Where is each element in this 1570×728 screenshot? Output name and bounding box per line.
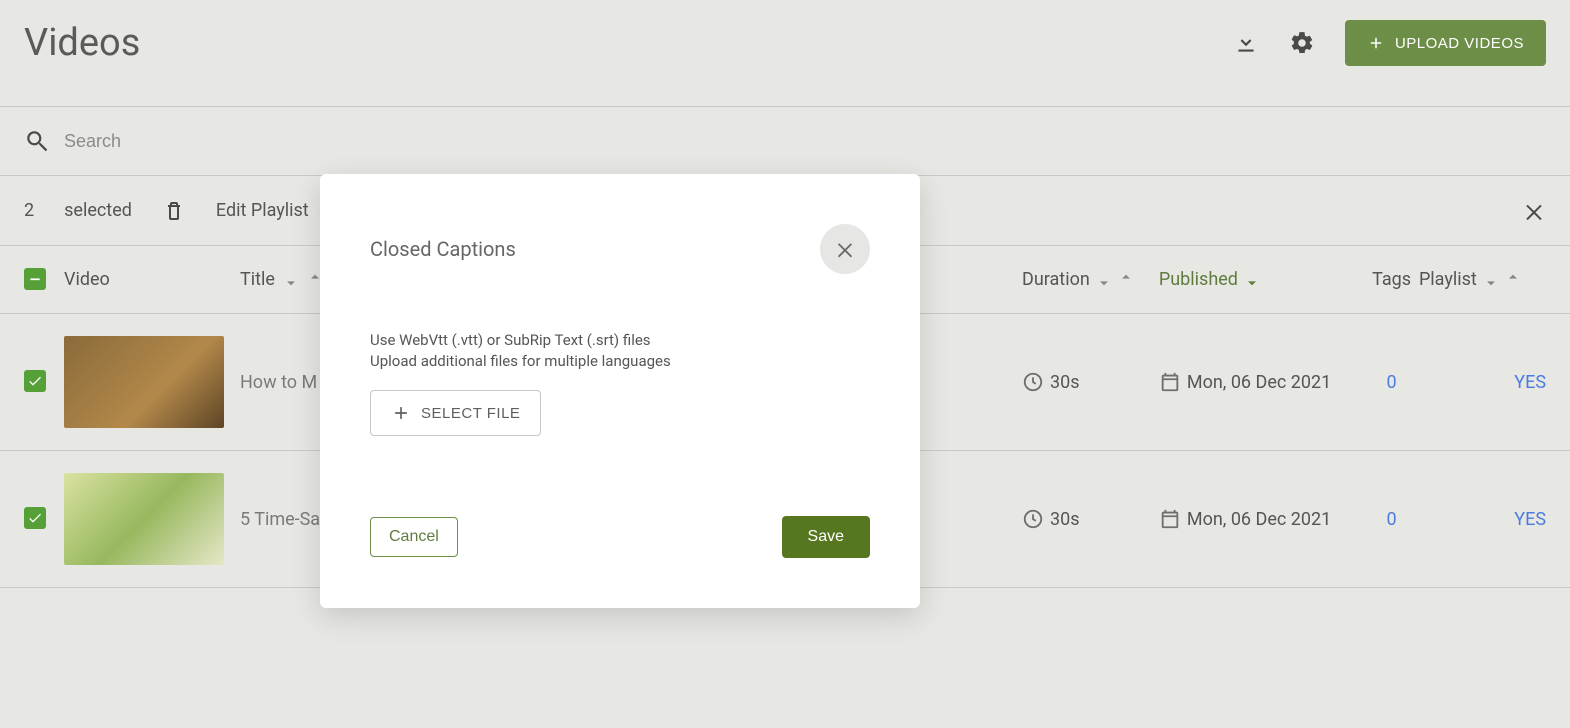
row-checkbox[interactable] [24, 370, 64, 394]
video-playlist[interactable]: YES [1419, 509, 1546, 530]
duration-value: 30s [1050, 372, 1080, 393]
trash-icon[interactable] [162, 199, 186, 223]
published-value: Mon, 06 Dec 2021 [1187, 372, 1331, 393]
modal-hint-line2: Upload additional files for multiple lan… [370, 351, 870, 372]
video-duration: 30s [1022, 508, 1159, 530]
cancel-button[interactable]: Cancel [370, 517, 458, 557]
col-tags[interactable]: Tags [1364, 269, 1419, 290]
modal-title: Closed Captions [370, 237, 516, 261]
playlist-value: YES [1514, 372, 1546, 393]
close-button[interactable] [820, 224, 870, 274]
col-playlist[interactable]: Playlist [1419, 269, 1546, 290]
video-published: Mon, 06 Dec 2021 [1159, 371, 1364, 393]
clear-selection-icon[interactable] [1522, 199, 1546, 223]
modal-footer: Cancel Save [370, 516, 870, 558]
check-icon [27, 510, 43, 526]
select-file-button[interactable]: SELECT FILE [370, 390, 541, 436]
clock-icon [1022, 371, 1044, 393]
edit-playlist-link[interactable]: Edit Playlist [216, 200, 309, 221]
video-duration: 30s [1022, 371, 1159, 393]
gear-icon[interactable] [1289, 30, 1315, 56]
sort-down-icon[interactable] [1483, 272, 1499, 288]
plus-icon [1367, 34, 1385, 52]
col-video[interactable]: Video [64, 269, 240, 290]
sort-down-icon[interactable] [283, 272, 299, 288]
search-icon[interactable] [24, 128, 50, 154]
modal-hint-line1: Use WebVtt (.vtt) or SubRip Text (.srt) … [370, 330, 870, 351]
video-tags[interactable]: 0 [1364, 509, 1419, 530]
download-icon[interactable] [1233, 30, 1259, 56]
header-actions: UPLOAD VIDEOS [1233, 20, 1546, 66]
playlist-value: YES [1514, 509, 1546, 530]
row-checkbox[interactable] [24, 507, 64, 531]
video-playlist[interactable]: YES [1419, 372, 1546, 393]
select-file-label: SELECT FILE [421, 405, 520, 422]
modal-body: Use WebVtt (.vtt) or SubRip Text (.srt) … [370, 330, 870, 436]
closed-captions-modal: Closed Captions Use WebVtt (.vtt) or Sub… [320, 174, 920, 608]
sort-up-icon[interactable] [1505, 272, 1521, 288]
sort-down-icon[interactable] [1096, 272, 1112, 288]
col-duration[interactable]: Duration [1022, 269, 1159, 290]
plus-icon [391, 403, 411, 423]
check-icon [27, 373, 43, 389]
upload-videos-label: UPLOAD VIDEOS [1395, 35, 1524, 52]
published-value: Mon, 06 Dec 2021 [1187, 509, 1331, 530]
search-bar [0, 106, 1570, 176]
video-thumbnail[interactable] [64, 473, 240, 565]
clock-icon [1022, 508, 1044, 530]
col-published-label: Published [1159, 269, 1238, 290]
search-input[interactable] [64, 131, 1546, 152]
close-icon [834, 238, 856, 260]
duration-value: 30s [1050, 509, 1080, 530]
col-title-label: Title [240, 269, 275, 290]
col-playlist-label: Playlist [1419, 269, 1477, 290]
sort-down-icon[interactable] [1244, 272, 1260, 288]
col-published[interactable]: Published [1159, 269, 1364, 290]
select-all-checkbox[interactable] [24, 268, 64, 291]
upload-videos-button[interactable]: UPLOAD VIDEOS [1345, 20, 1546, 66]
save-button[interactable]: Save [782, 516, 870, 558]
page-title: Videos [24, 21, 1233, 65]
page-header: Videos UPLOAD VIDEOS [0, 0, 1570, 106]
selection-label: selected [64, 200, 132, 221]
sort-up-icon[interactable] [1118, 272, 1134, 288]
indeterminate-icon [28, 272, 42, 286]
calendar-icon [1159, 508, 1181, 530]
video-published: Mon, 06 Dec 2021 [1159, 508, 1364, 530]
calendar-icon [1159, 371, 1181, 393]
col-duration-label: Duration [1022, 269, 1090, 290]
selection-count: 2 [24, 200, 34, 221]
video-tags[interactable]: 0 [1364, 372, 1419, 393]
video-thumbnail[interactable] [64, 336, 240, 428]
